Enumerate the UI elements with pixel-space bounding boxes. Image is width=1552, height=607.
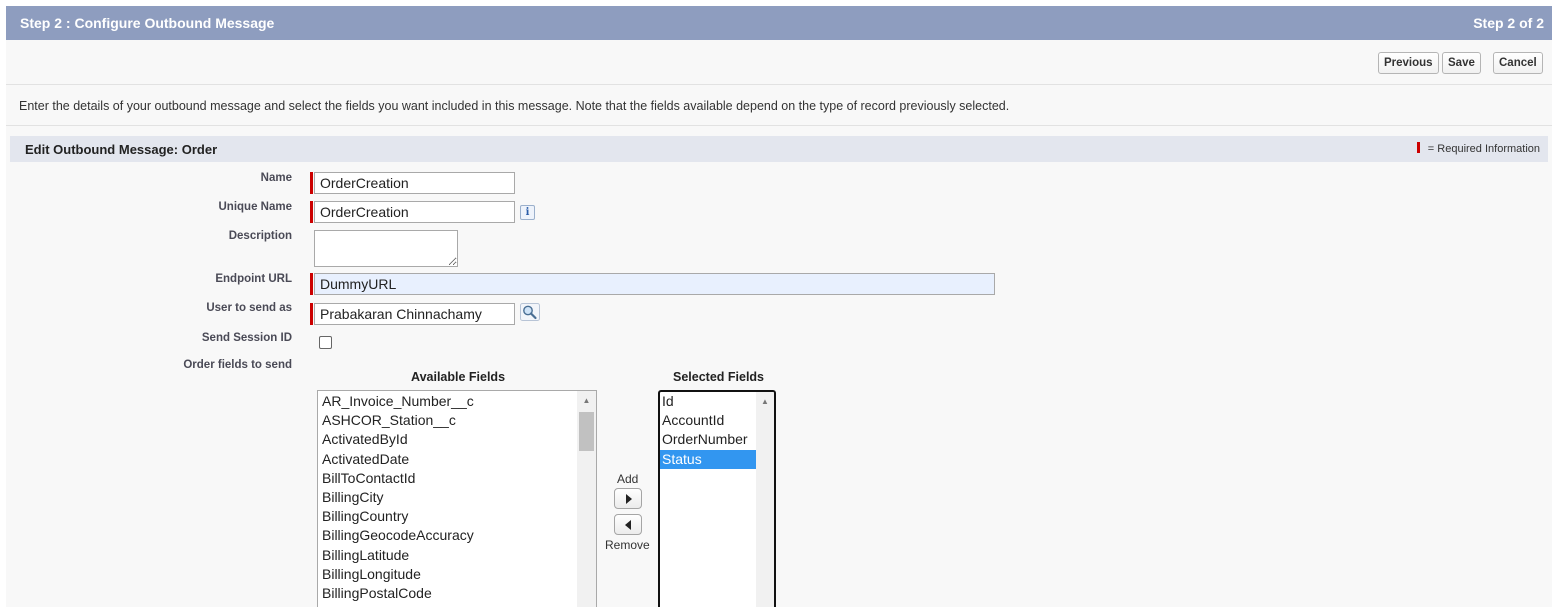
remove-field-button[interactable] xyxy=(614,514,642,535)
instructions-text: Enter the details of your outbound messa… xyxy=(19,99,1010,113)
list-item[interactable]: BillingState xyxy=(320,603,576,607)
required-marker-icon xyxy=(310,201,313,223)
divider xyxy=(6,125,1552,126)
add-label: Add xyxy=(617,472,639,486)
list-item[interactable]: BillingCity xyxy=(320,488,576,507)
required-legend: = Required Information xyxy=(1416,142,1540,155)
send-session-id-checkbox[interactable] xyxy=(319,336,332,349)
user-to-send-as-label: User to send as xyxy=(206,302,292,314)
endpoint-url-input[interactable] xyxy=(314,273,995,295)
list-item[interactable]: AccountId xyxy=(660,411,756,430)
order-fields-label: Order fields to send xyxy=(183,359,292,371)
save-button[interactable]: Save xyxy=(1442,52,1481,74)
required-marker-icon xyxy=(1416,142,1420,153)
unique-name-label: Unique Name xyxy=(218,201,293,213)
scroll-up-arrow-icon[interactable]: ▲ xyxy=(577,393,596,409)
scrollbar-thumb[interactable] xyxy=(579,412,594,451)
scroll-up-arrow-icon[interactable]: ▲ xyxy=(756,394,774,410)
selected-list-scrollbar[interactable]: ▲ xyxy=(756,392,774,607)
send-session-id-label: Send Session ID xyxy=(201,332,292,344)
section-header: Edit Outbound Message: Order = Required … xyxy=(10,136,1548,162)
section-title: Edit Outbound Message: Order xyxy=(25,142,218,157)
description-label: Description xyxy=(228,230,292,242)
unique-name-input[interactable] xyxy=(314,201,515,223)
page-title: Step 2 : Configure Outbound Message xyxy=(20,15,275,31)
required-marker-icon xyxy=(310,303,313,325)
available-fields-header: Available Fields xyxy=(411,370,506,384)
cancel-button[interactable]: Cancel xyxy=(1493,52,1543,74)
selected-fields-header: Selected Fields xyxy=(673,370,765,384)
outbound-message-wizard: Step 2 : Configure Outbound Message Step… xyxy=(6,6,1552,607)
list-item[interactable]: AR_Invoice_Number__c xyxy=(320,392,576,411)
move-right-arrow-icon xyxy=(626,494,632,504)
list-item[interactable]: OrderNumber xyxy=(660,430,756,449)
name-input[interactable] xyxy=(314,172,515,194)
available-list-scrollbar[interactable]: ▲ xyxy=(577,391,596,607)
name-label: Name xyxy=(260,172,292,184)
list-item[interactable]: Status xyxy=(660,449,756,469)
previous-button[interactable]: Previous xyxy=(1378,52,1439,74)
user-lookup-input[interactable] xyxy=(314,303,515,325)
required-marker-icon xyxy=(310,172,313,194)
selected-fields-list[interactable]: Id AccountId OrderNumber Status ▲ xyxy=(658,390,776,607)
available-fields-list[interactable]: AR_Invoice_Number__c ASHCOR_Station__c Act… xyxy=(317,390,597,607)
list-item[interactable]: BillingPostalCode xyxy=(320,584,576,603)
button-row: Previous Save Cancel xyxy=(6,40,1552,85)
endpoint-url-label: Endpoint URL xyxy=(215,273,292,285)
add-field-button[interactable] xyxy=(614,488,642,509)
description-textarea[interactable] xyxy=(314,230,458,267)
list-item[interactable]: BillToContactId xyxy=(320,469,576,488)
move-left-arrow-icon xyxy=(625,520,631,530)
required-marker-icon xyxy=(310,273,313,295)
list-item[interactable]: ActivatedDate xyxy=(320,450,576,469)
list-item[interactable]: BillingGeocodeAccuracy xyxy=(320,526,576,545)
list-item[interactable]: BillingLatitude xyxy=(320,546,576,565)
list-item[interactable]: BillingCountry xyxy=(320,507,576,526)
remove-label: Remove xyxy=(605,538,650,552)
step-indicator: Step 2 of 2 xyxy=(1473,15,1544,31)
lookup-magnifier-icon[interactable] xyxy=(520,303,540,321)
list-item[interactable]: ActivatedById xyxy=(320,430,576,449)
list-item[interactable]: Id xyxy=(660,392,756,411)
required-legend-text: = Required Information xyxy=(1427,143,1540,155)
list-item[interactable]: ASHCOR_Station__c xyxy=(320,411,576,430)
info-icon[interactable]: i xyxy=(520,205,535,220)
wizard-header: Step 2 : Configure Outbound Message Step… xyxy=(6,6,1552,40)
list-item[interactable]: BillingLongitude xyxy=(320,565,576,584)
